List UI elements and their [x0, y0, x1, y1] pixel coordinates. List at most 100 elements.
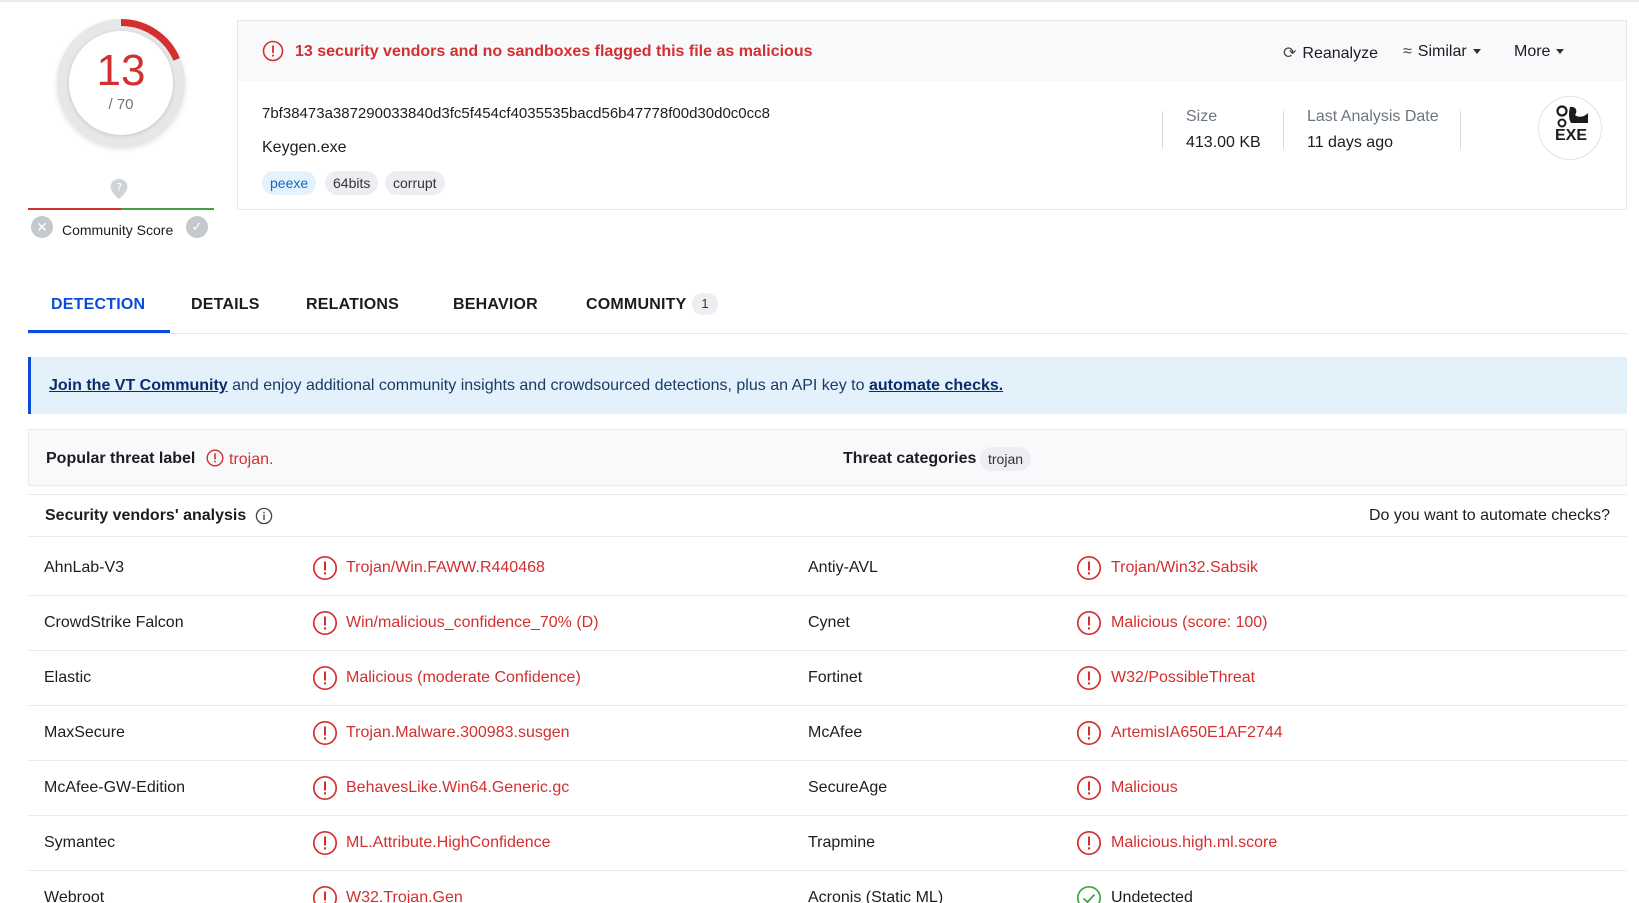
detection-score-gauge: 13 / 70 [57, 19, 185, 147]
score-detected: 13 [96, 46, 146, 95]
alert-icon [1076, 555, 1102, 581]
vendor-result: Trojan.Malware.300983.susgen [346, 724, 570, 741]
vendor-name: Elastic [44, 669, 92, 686]
alert-icon [1076, 720, 1102, 746]
tab-behavior[interactable]: BEHAVIOR [453, 296, 538, 314]
community-score-bar-negative [28, 208, 121, 210]
last-analysis-value: 11 days ago [1307, 134, 1393, 151]
vendor-result: Malicious.high.ml.score [1111, 834, 1278, 851]
vendor-result: Malicious (score: 100) [1111, 614, 1268, 631]
alert-icon [1076, 610, 1102, 636]
top-divider [0, 0, 1639, 2]
vendor-row: CrowdStrike Falcon Win/malicious_confiden… [28, 596, 1627, 651]
vendor-result: BehavesLike.Win64.Generic.gc [346, 779, 570, 796]
vendor-name: AhnLab-V3 [44, 559, 125, 576]
alert-icon [262, 40, 284, 62]
join-community-link[interactable]: Join the VT Community [49, 377, 228, 394]
tab-details[interactable]: DETAILS [191, 296, 260, 314]
vendor-row: MaxSecure Trojan.Malware.300983.susgen McA… [28, 706, 1627, 761]
alert-icon [1076, 775, 1102, 801]
community-count-badge: 1 [692, 293, 718, 315]
alert-icon [312, 610, 338, 636]
vendor-result: W32/PossibleThreat [1111, 669, 1256, 686]
size-label: Size [1186, 108, 1218, 125]
vendor-name: Webroot [44, 889, 105, 903]
vendor-row: AhnLab-V3 Trojan/Win.FAWW.R440468 Antiy-AV… [28, 541, 1627, 596]
alert-message: 13 security vendors and no sandboxes fla… [295, 43, 813, 60]
alert-icon [312, 720, 338, 746]
similar-dropdown[interactable]: ≈ Similar [1403, 43, 1481, 61]
info-icon[interactable] [255, 507, 273, 525]
alert-icon [312, 665, 338, 691]
last-analysis-label: Last Analysis Date [1307, 108, 1439, 125]
vendor-name: CrowdStrike Falcon [44, 614, 184, 631]
vendors-analysis-header: Security vendors' analysis Do you want t… [28, 494, 1627, 537]
reanalyze-button[interactable]: ⟳ Reanalyze [1283, 43, 1378, 63]
meta-divider [1283, 111, 1284, 149]
refresh-icon: ⟳ [1283, 45, 1297, 62]
more-dropdown[interactable]: More [1514, 43, 1565, 61]
vote-harmless-button[interactable]: ✓ [186, 216, 208, 238]
vendor-result: Trojan/Win.FAWW.R440468 [346, 559, 545, 576]
tag-peexe[interactable]: peexe [262, 171, 317, 195]
vendor-result: Win/malicious_confidence_70% (D) [346, 614, 599, 631]
check-circle-icon [1076, 885, 1102, 903]
alert-icon [312, 555, 338, 581]
alert-icon [312, 885, 338, 903]
community-banner: Join the VT Community and enjoy addition… [28, 357, 1627, 414]
tabs-divider [28, 333, 1627, 334]
vendor-name: MaxSecure [44, 724, 125, 741]
score-total: / 70 [108, 96, 134, 113]
banner-text: Join the VT Community and enjoy addition… [49, 377, 1003, 395]
chevron-down-icon [1556, 49, 1565, 55]
vendor-result: Trojan/Win32.Sabsik [1111, 559, 1259, 576]
similar-icon: ≈ [1403, 43, 1412, 60]
meta-divider [1162, 111, 1163, 149]
vendor-result: Undetected [1111, 889, 1193, 903]
vendor-row: Symantec ML.Attribute.HighConfidence Trapm… [28, 816, 1627, 871]
tab-detection[interactable]: DETECTION [51, 296, 145, 314]
vendors-analysis-title: Security vendors' analysis [45, 507, 247, 524]
alert-icon [1076, 665, 1102, 691]
automate-checks-prompt[interactable]: Do you want to automate checks? [1369, 507, 1610, 525]
more-label: More [1514, 43, 1551, 60]
vendor-name: Acronis (Static ML) [808, 889, 944, 903]
vendor-name: McAfee [808, 724, 863, 741]
file-summary-card: 13 security vendors and no sandboxes fla… [237, 20, 1627, 210]
meta-divider [1460, 111, 1461, 149]
alert-icon [206, 449, 224, 467]
vendor-result: Malicious [1111, 779, 1178, 796]
threat-category-tag[interactable]: trojan [980, 447, 1032, 471]
threat-summary-row: Popular threat label trojan. Threat cate… [28, 429, 1627, 486]
popular-threat-label: Popular threat label [46, 450, 196, 467]
vendor-name: Fortinet [808, 669, 863, 686]
alert-icon [1076, 830, 1102, 856]
tab-community[interactable]: COMMUNITY [586, 296, 686, 314]
tag-corrupt[interactable]: corrupt [385, 171, 445, 195]
tag-64bits[interactable]: 64bits [325, 171, 379, 195]
gears-icon [1556, 105, 1588, 128]
alert-icon [312, 830, 338, 856]
vendor-result: W32.Trojan.Gen [346, 889, 463, 903]
file-hash[interactable]: 7bf38473a387290033840d3fc5f454cf4035535b… [262, 105, 770, 122]
banner-middle-text: and enjoy additional community insights … [227, 377, 869, 394]
popular-threat-value[interactable]: trojan. [229, 451, 273, 469]
vote-malicious-button[interactable]: ✕ [31, 216, 53, 238]
vendor-name: Trapmine [808, 834, 875, 851]
tab-relations[interactable]: RELATIONS [306, 296, 399, 314]
threat-categories-label: Threat categories [843, 450, 977, 467]
vendor-name: McAfee-GW-Edition [44, 779, 186, 796]
file-type-badge: EXE [1538, 96, 1602, 160]
automate-checks-link[interactable]: automate checks. [869, 377, 1003, 394]
file-type-label: EXE [1554, 127, 1587, 144]
vendor-row: Webroot W32.Trojan.Gen Acronis (Static ML)… [28, 871, 1627, 903]
vendor-result: ML.Attribute.HighConfidence [346, 834, 551, 851]
vendor-name: SecureAge [808, 779, 888, 796]
question-pin-icon: ? [110, 179, 128, 199]
chevron-down-icon [1472, 49, 1481, 55]
alert-icon [312, 775, 338, 801]
vendor-name: Cynet [808, 614, 850, 631]
vendor-name: Symantec [44, 834, 116, 851]
vendors-table: AhnLab-V3 Trojan/Win.FAWW.R440468 Antiy-AV… [28, 541, 1627, 903]
score-center: 13 / 70 [69, 31, 173, 135]
